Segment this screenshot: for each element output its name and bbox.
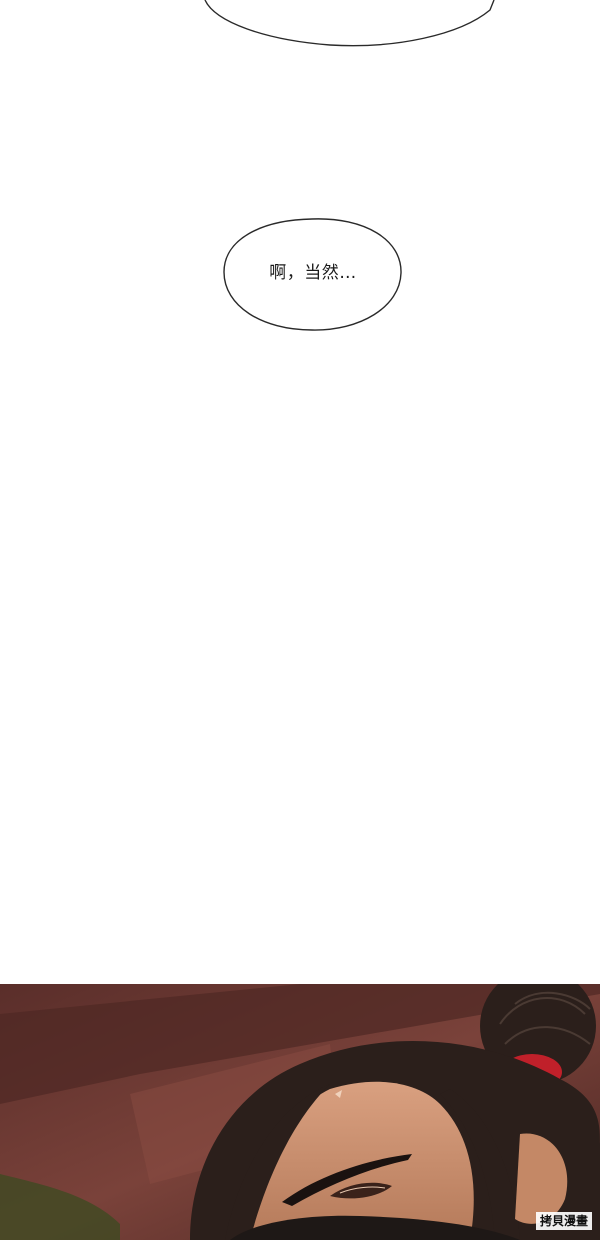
character-illustration: [0, 984, 600, 1240]
bubble-outlines: [204, 0, 495, 331]
watermark: 拷貝漫畫: [535, 1212, 592, 1230]
speech-bubble-text: 啊，当然…: [269, 263, 357, 283]
partial-speech-bubble: [204, 0, 495, 47]
comic-panel: 拷貝漫畫: [0, 984, 600, 1240]
